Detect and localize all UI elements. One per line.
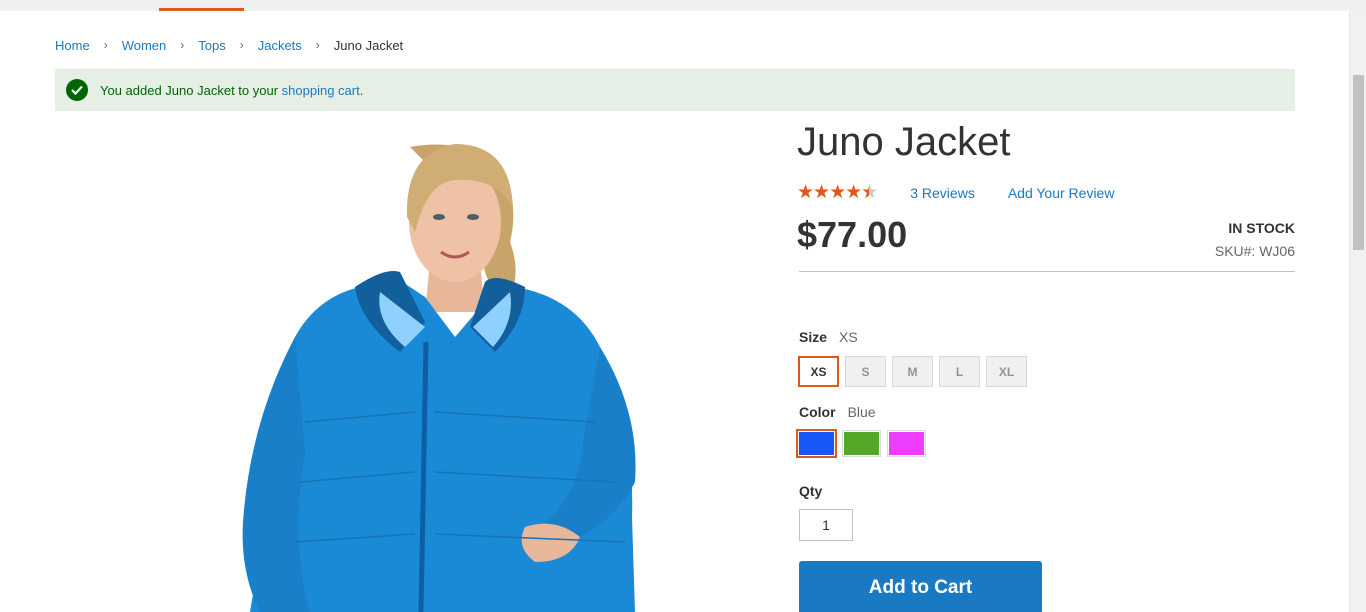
reviews-link[interactable]: 3 Reviews — [910, 185, 975, 201]
color-swatches — [796, 429, 926, 458]
star-icon: ★ — [813, 182, 830, 203]
shopping-cart-link[interactable]: shopping cart — [282, 83, 360, 98]
chevron-right-icon: › — [239, 38, 244, 52]
size-swatch-s[interactable]: S — [845, 356, 886, 387]
color-swatch-green[interactable] — [842, 430, 881, 457]
add-review-link[interactable]: Add Your Review — [1008, 185, 1115, 201]
checkmark-icon — [66, 79, 88, 101]
stock-status: IN STOCK — [1228, 220, 1295, 236]
star-icon: ★ — [845, 182, 862, 203]
product-image[interactable] — [55, 122, 755, 612]
qty-input[interactable] — [799, 509, 853, 541]
chevron-right-icon: › — [315, 38, 320, 52]
breadcrumb-current: Juno Jacket — [333, 37, 404, 53]
size-option-label: Size XS — [799, 329, 858, 345]
breadcrumb-jackets[interactable]: Jackets — [258, 38, 302, 53]
color-swatch-blue[interactable] — [796, 429, 837, 458]
active-nav-indicator — [159, 8, 244, 11]
color-swatch-purple[interactable] — [887, 430, 926, 457]
add-to-cart-button[interactable]: Add to Cart — [799, 561, 1042, 612]
color-selected-value: Blue — [847, 404, 876, 420]
top-nav-bar — [0, 0, 1366, 11]
star-icon: ★ — [797, 182, 814, 203]
scrollbar-thumb[interactable] — [1353, 75, 1364, 250]
size-swatch-xs[interactable]: XS — [798, 356, 839, 387]
page-scrollbar[interactable] — [1349, 11, 1366, 612]
half-star-icon: ★★ — [861, 182, 878, 203]
breadcrumb: Home › Women › Tops › Jackets › Juno Jac… — [55, 36, 403, 54]
size-selected-value: XS — [839, 329, 858, 345]
size-swatch-l[interactable]: L — [939, 356, 980, 387]
product-price: $77.00 — [797, 214, 908, 255]
size-swatch-xl[interactable]: XL — [986, 356, 1027, 387]
success-message: You added Juno Jacket to your shopping c… — [55, 69, 1295, 111]
product-rating: ★ ★ ★ ★ ★★ 3 Reviews Add Your Review — [797, 183, 1114, 203]
star-icon: ★ — [829, 182, 846, 203]
size-swatches: XS S M L XL — [798, 356, 1027, 387]
chevron-right-icon: › — [103, 38, 108, 52]
qty-label: Qty — [799, 483, 823, 499]
breadcrumb-tops[interactable]: Tops — [198, 38, 225, 53]
rating-stars: ★ ★ ★ ★ ★★ — [797, 182, 878, 203]
message-text: You added Juno Jacket to your shopping c… — [100, 82, 364, 98]
chevron-right-icon: › — [180, 38, 185, 52]
size-swatch-m[interactable]: M — [892, 356, 933, 387]
product-title: Juno Jacket — [797, 120, 1011, 164]
color-option-label: Color Blue — [799, 404, 876, 420]
product-sku: SKU#: WJ06 — [1214, 243, 1295, 259]
breadcrumb-home[interactable]: Home — [55, 38, 90, 53]
divider — [799, 271, 1295, 272]
breadcrumb-women[interactable]: Women — [122, 38, 167, 53]
